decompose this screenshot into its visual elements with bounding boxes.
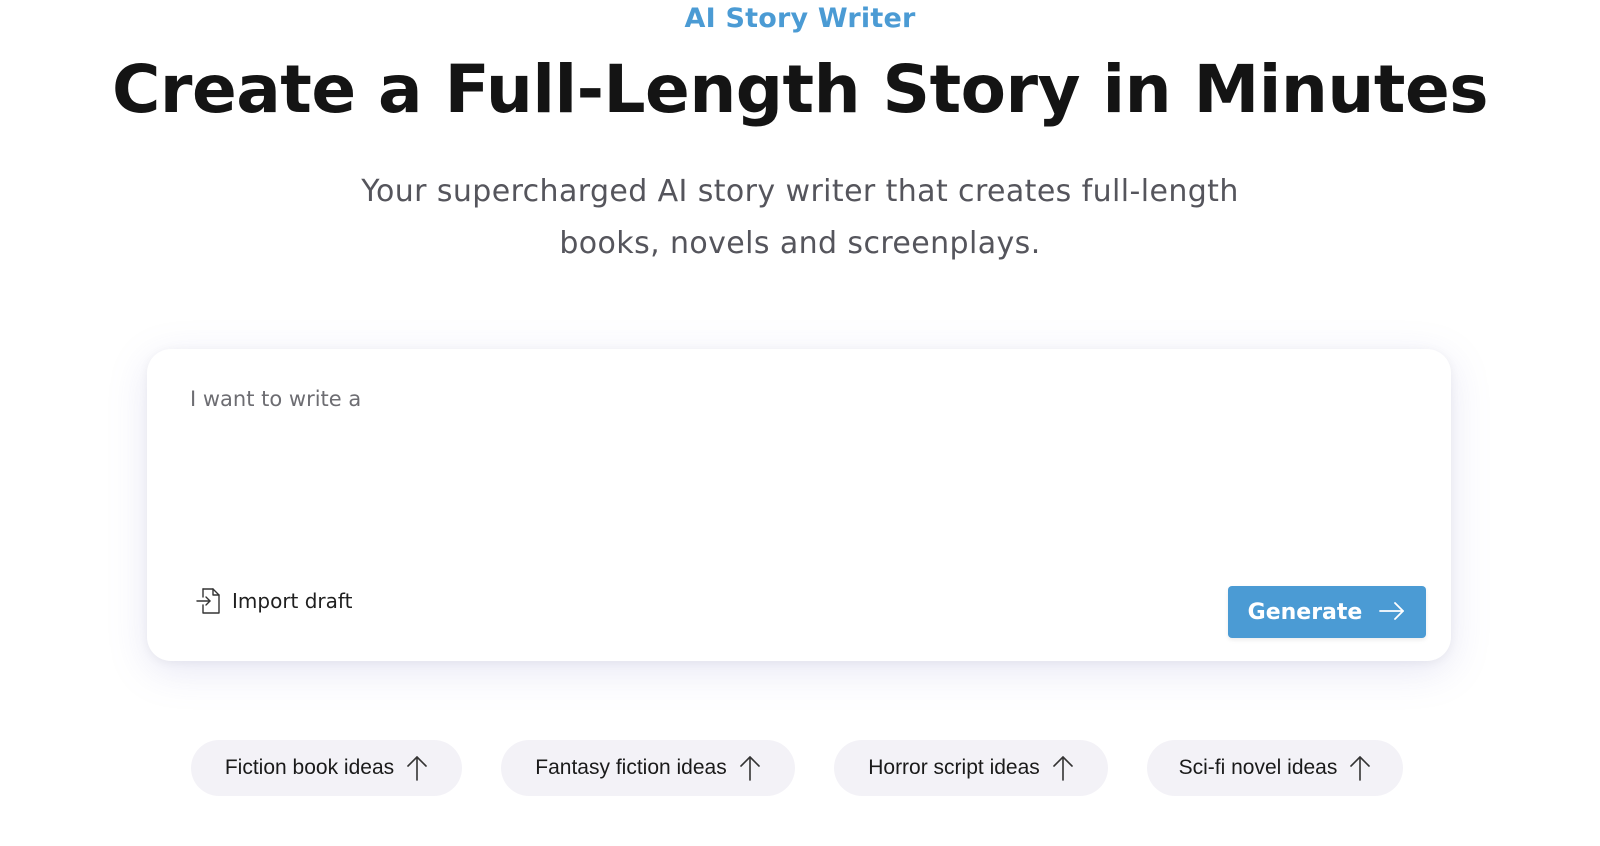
arrow-up-icon [1052, 754, 1074, 782]
chip-label: Horror script ideas [868, 756, 1040, 779]
chip-sci-fi-novel-ideas[interactable]: Sci-fi novel ideas [1147, 740, 1403, 796]
chip-horror-script-ideas[interactable]: Horror script ideas [834, 740, 1108, 796]
subtitle-line-2: books, novels and screenplays. [559, 226, 1041, 261]
page-eyebrow: AI Story Writer [684, 3, 916, 34]
chip-fantasy-fiction-ideas[interactable]: Fantasy fiction ideas [501, 740, 795, 796]
chip-label: Sci-fi novel ideas [1178, 756, 1338, 779]
chip-label: Fantasy fiction ideas [535, 756, 727, 779]
idea-chips: Fiction book ideas Fantasy fiction ideas… [0, 740, 1600, 796]
story-composer-card: Import draft Generate [147, 349, 1451, 661]
arrow-up-icon [406, 754, 428, 782]
generate-button[interactable]: Generate [1228, 586, 1426, 638]
generate-label: Generate [1247, 599, 1363, 625]
import-file-icon [194, 586, 222, 616]
page-subtitle: Your supercharged AI story writer that c… [300, 166, 1300, 270]
chip-fiction-book-ideas[interactable]: Fiction book ideas [191, 740, 462, 796]
import-draft-button[interactable]: Import draft [194, 584, 352, 618]
story-prompt-input[interactable] [190, 387, 1400, 527]
arrow-up-icon [1349, 754, 1371, 782]
chip-label: Fiction book ideas [224, 756, 395, 779]
arrow-up-icon [739, 754, 761, 782]
page-title: Create a Full-Length Story in Minutes [111, 51, 1489, 128]
import-draft-label: Import draft [232, 589, 353, 613]
subtitle-line-1: Your supercharged AI story writer that c… [361, 174, 1239, 209]
arrow-right-icon [1378, 601, 1406, 624]
page: AI Story Writer Create a Full-Length Sto… [0, 0, 1600, 846]
